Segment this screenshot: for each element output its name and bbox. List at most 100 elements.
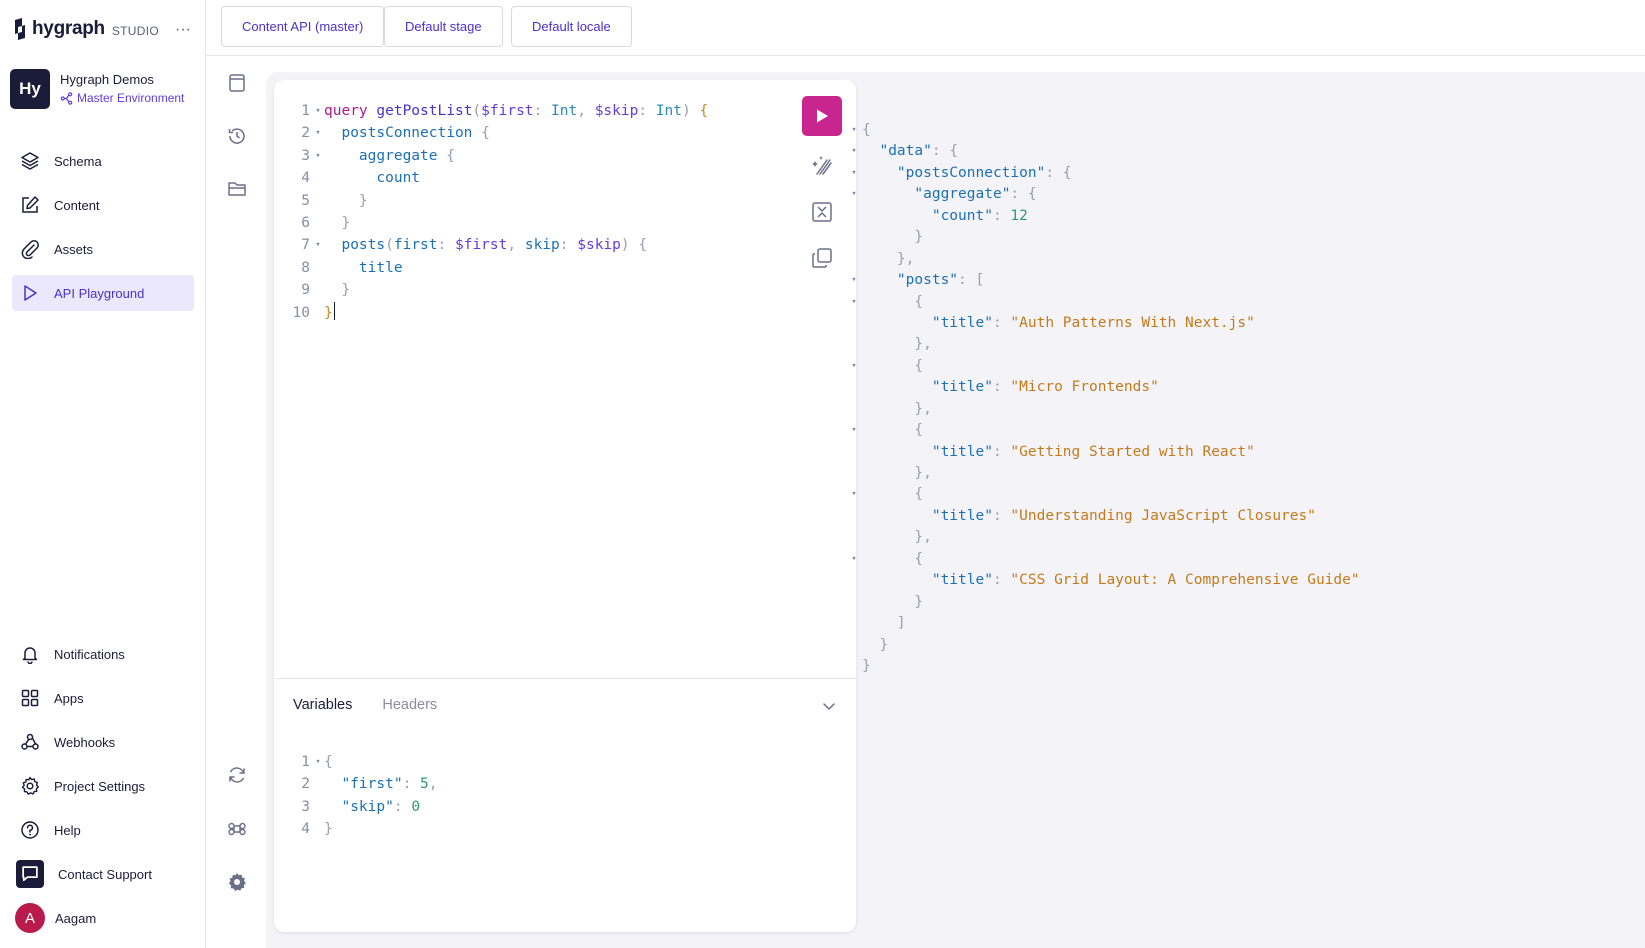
code-line: 10} bbox=[274, 301, 708, 324]
response-text: } bbox=[862, 656, 871, 677]
fold-caret-icon[interactable]: ▾ bbox=[846, 484, 862, 505]
code-token: }, bbox=[914, 529, 932, 546]
code-token: }, bbox=[896, 250, 915, 267]
tab-variables[interactable]: Variables bbox=[293, 697, 352, 713]
code-token: ) bbox=[682, 103, 700, 119]
locale-selector-button[interactable]: Default locale bbox=[511, 6, 632, 47]
fold-caret-icon[interactable]: ▾ bbox=[846, 292, 862, 313]
code-token: getPostList bbox=[376, 103, 473, 119]
code-token: Int bbox=[551, 103, 578, 119]
code-text: "first": 5, bbox=[324, 773, 437, 795]
response-line: } bbox=[846, 592, 1360, 613]
nav-item-api-playground[interactable]: API Playground bbox=[12, 275, 194, 311]
nav-item-contact-support[interactable]: Contact Support bbox=[12, 856, 194, 892]
prettify-icon[interactable] bbox=[810, 154, 834, 178]
fold-caret-icon[interactable]: ▾ bbox=[312, 145, 324, 167]
nav-item-project-settings[interactable]: Project Settings bbox=[12, 768, 194, 804]
fold-caret-icon[interactable]: ▾ bbox=[312, 751, 324, 773]
code-token: first bbox=[393, 237, 438, 254]
code-line: 5 } bbox=[274, 190, 708, 212]
code-line: 3 ▾ aggregate { bbox=[274, 145, 708, 167]
more-menu-icon[interactable]: ··· bbox=[175, 21, 191, 39]
code-token: { bbox=[862, 122, 871, 138]
code-token: ( bbox=[472, 103, 482, 119]
response-text: "title": "Getting Started with React" bbox=[862, 442, 1255, 463]
code-token: ] bbox=[896, 615, 906, 632]
response-line: ▾ "data": { bbox=[846, 141, 1360, 162]
paperclip-icon bbox=[21, 240, 39, 259]
code-token: $first bbox=[481, 103, 534, 119]
history-icon[interactable] bbox=[226, 125, 248, 147]
nav-item-notifications[interactable]: Notifications bbox=[12, 636, 194, 672]
code-token: : bbox=[992, 572, 1011, 589]
fold-caret-icon[interactable]: ▾ bbox=[846, 141, 862, 162]
response-line: "title": "Getting Started with React" bbox=[846, 442, 1360, 463]
play-outline-icon bbox=[24, 285, 37, 301]
fold-caret-icon[interactable]: ▾ bbox=[846, 420, 862, 441]
nav-item-apps[interactable]: Apps bbox=[12, 680, 194, 716]
code-token: { bbox=[638, 237, 648, 254]
line-number: 1 bbox=[301, 754, 310, 770]
code-line: 9 } bbox=[274, 279, 708, 301]
saved-queries-folder-icon[interactable] bbox=[226, 178, 248, 200]
fold-caret-icon[interactable]: ▾ bbox=[846, 549, 862, 570]
nav-item-webhooks[interactable]: Webhooks bbox=[12, 724, 194, 760]
stage-selector-button[interactable]: Default stage bbox=[384, 6, 503, 47]
docs-icon[interactable] bbox=[226, 72, 248, 94]
nav-item-user[interactable]: A Aagam bbox=[12, 900, 194, 936]
code-token: { bbox=[481, 125, 490, 142]
response-text: }, bbox=[862, 249, 914, 270]
merge-fragments-icon[interactable] bbox=[810, 200, 834, 224]
code-token: { bbox=[324, 754, 333, 770]
response-line: ▾ "aggregate": { bbox=[846, 184, 1360, 205]
run-query-button[interactable] bbox=[802, 96, 842, 136]
settings-gear-icon[interactable] bbox=[226, 871, 248, 893]
code-token: }, bbox=[914, 400, 932, 417]
code-token: "postsConnection" bbox=[896, 164, 1046, 181]
nav-item-assets[interactable]: Assets bbox=[12, 231, 194, 267]
copy-icon[interactable] bbox=[810, 246, 834, 270]
nav-label: Schema bbox=[54, 153, 102, 169]
fold-caret-icon[interactable]: ▾ bbox=[846, 163, 862, 184]
refresh-schema-icon[interactable] bbox=[226, 764, 248, 786]
endpoint-selector-button[interactable]: Content API (master) bbox=[221, 6, 385, 47]
code-token: }, bbox=[914, 336, 932, 353]
nav-item-content[interactable]: Content bbox=[12, 187, 194, 223]
fold-caret-icon[interactable]: ▾ bbox=[846, 270, 862, 291]
nav-item-schema[interactable]: Schema bbox=[12, 143, 194, 179]
project-switcher[interactable]: Hy Hygraph Demos Master Environment bbox=[10, 69, 200, 109]
fold-caret-icon[interactable]: ▾ bbox=[312, 234, 324, 256]
fold-caret-icon[interactable]: ▾ bbox=[312, 122, 324, 144]
query-editor[interactable]: 1 ▾ query getPostList($first: Int, $skip: … bbox=[274, 100, 709, 324]
nav-item-help[interactable]: Help bbox=[12, 812, 194, 848]
response-text: { bbox=[862, 420, 923, 441]
keyboard-shortcuts-icon[interactable] bbox=[226, 818, 248, 840]
fold-caret-icon[interactable]: ▾ bbox=[846, 184, 862, 205]
fold-caret-icon[interactable]: ▾ bbox=[312, 100, 324, 122]
code-token: postsConnection bbox=[341, 125, 473, 142]
code-text: } bbox=[324, 190, 368, 212]
chevron-down-icon[interactable] bbox=[820, 697, 838, 715]
tab-headers[interactable]: Headers bbox=[382, 697, 437, 713]
response-text: { bbox=[862, 292, 923, 313]
fold-caret-icon[interactable]: ▾ bbox=[846, 120, 862, 141]
code-token: : { bbox=[1045, 164, 1072, 181]
sidebar: hygraph STUDIO ··· Hy Hygraph Demos Mast… bbox=[0, 0, 206, 948]
fold-caret-icon[interactable]: ▾ bbox=[846, 356, 862, 377]
code-token: "title" bbox=[931, 507, 993, 524]
environment-link[interactable]: Master Environment bbox=[60, 89, 184, 107]
code-line: 4 count bbox=[274, 167, 708, 189]
code-token: } bbox=[862, 657, 871, 674]
response-line: ] bbox=[846, 613, 1360, 634]
code-token: , bbox=[507, 237, 525, 254]
variables-editor[interactable]: 1 ▾{2 "first": 5, 3 "skip": 0 4} bbox=[274, 751, 437, 841]
